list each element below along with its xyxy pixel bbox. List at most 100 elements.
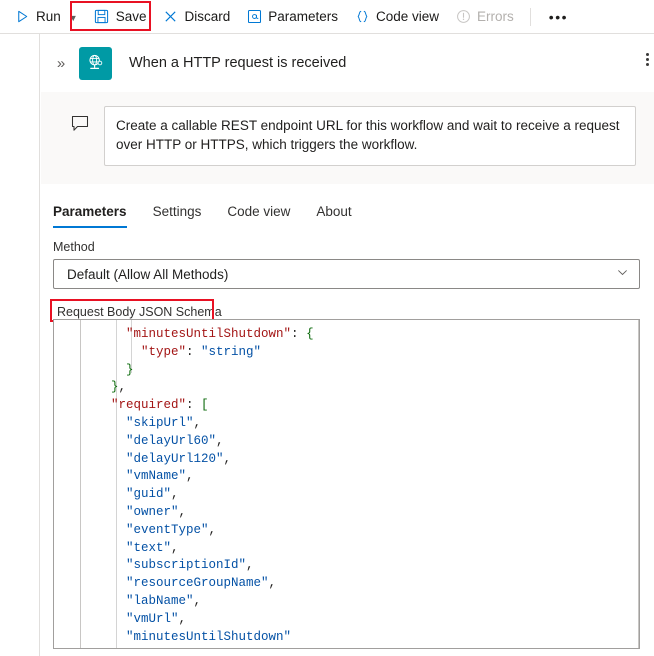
code-token: "labName" <box>126 593 194 608</box>
chevron-double-right-icon[interactable]: » <box>51 55 71 72</box>
code-token: [ <box>201 398 209 413</box>
parameters-label: Parameters <box>268 9 339 24</box>
code-token: , <box>216 433 224 448</box>
close-x-icon <box>162 9 178 25</box>
code-token: , <box>193 415 202 430</box>
code-view-button[interactable]: Code view <box>346 3 447 30</box>
code-token: , <box>178 611 187 626</box>
code-line: "vmUrl", <box>81 611 629 629</box>
code-token: "delayUrl120" <box>126 451 224 466</box>
code-token: } <box>111 380 119 395</box>
code-token: "minutesUntilShutdown" <box>126 327 292 341</box>
method-field: Method Default (Allow All Methods) <box>41 228 654 289</box>
chevron-down-icon[interactable]: ▼ <box>69 13 78 23</box>
code-token: { <box>306 327 314 341</box>
code-token: , <box>268 576 277 591</box>
code-token: "owner" <box>126 504 179 519</box>
code-token: } <box>126 362 134 377</box>
content-area: » When a HTTP request is received Create… <box>0 34 654 656</box>
save-label: Save <box>115 9 147 24</box>
parameters-button[interactable]: Parameters <box>238 3 346 30</box>
code-token: "string" <box>201 344 262 359</box>
curly-braces-icon <box>354 9 370 25</box>
page-title: When a HTTP request is received <box>129 55 347 71</box>
tab-parameters[interactable]: Parameters <box>53 204 127 228</box>
code-token: "text" <box>126 540 172 555</box>
code-line: "eventType", <box>81 522 629 540</box>
discard-label: Discard <box>184 9 231 24</box>
code-token: "minutesUntilShutdown" <box>126 629 292 644</box>
code-token: , <box>178 504 187 519</box>
tab-about[interactable]: About <box>316 204 351 228</box>
code-token: , <box>208 522 217 537</box>
code-token: , <box>171 487 179 502</box>
errors-label: Errors <box>477 9 514 24</box>
method-dropdown[interactable]: Default (Allow All Methods) <box>53 259 640 289</box>
code-line: "minutesUntilShutdown" <box>81 629 629 647</box>
code-line: "delayUrl120", <box>81 451 629 469</box>
code-token: : <box>186 398 202 413</box>
tab-settings[interactable]: Settings <box>153 204 202 228</box>
code-line: } <box>81 362 629 380</box>
left-rail <box>0 34 40 656</box>
code-line: "owner", <box>81 504 629 522</box>
code-token: , <box>118 380 127 395</box>
code-line: "labName", <box>81 593 629 611</box>
code-line: "skipUrl", <box>81 415 629 433</box>
code-token: "guid" <box>126 487 172 502</box>
code-line: "guid", <box>81 486 629 504</box>
code-line: "text", <box>81 540 629 558</box>
editor-right-border <box>638 320 639 648</box>
run-label: Run <box>36 9 61 24</box>
code-token: "required" <box>111 398 187 413</box>
more-vertical-icon[interactable] <box>640 53 654 66</box>
http-request-globe-icon <box>79 46 112 80</box>
description-textbox[interactable]: Create a callable REST endpoint URL for … <box>104 106 636 166</box>
code-token: : <box>186 344 202 359</box>
code-line: "vmName", <box>81 468 629 486</box>
chevron-down-icon <box>616 266 629 282</box>
comment-bubble-icon <box>70 114 90 134</box>
code-line: "resourceGroupName", <box>81 575 629 593</box>
code-token: "skipUrl" <box>126 415 194 430</box>
code-token: "subscriptionId" <box>126 558 247 573</box>
method-label: Method <box>53 240 95 254</box>
at-sign-icon <box>246 9 262 25</box>
code-line: "subscriptionId", <box>81 557 629 575</box>
tab-code-view[interactable]: Code view <box>227 204 290 228</box>
code-token: "delayUrl60" <box>126 433 217 448</box>
code-token: "vmName" <box>126 469 187 484</box>
code-line: "minutesUntilShutdown": { <box>81 326 629 344</box>
code-token: "vmUrl" <box>126 611 179 626</box>
editor-code-content: "minutesUntilShutdown": { "type": "strin… <box>81 326 629 646</box>
code-line: "required": [ <box>81 397 629 415</box>
code-token: , <box>246 558 254 573</box>
code-view-label: Code view <box>376 9 440 24</box>
play-icon <box>14 9 30 25</box>
description-section: Create a callable REST endpoint URL for … <box>41 92 654 184</box>
run-button[interactable]: Run ▼ <box>6 3 86 30</box>
code-token: , <box>186 469 194 484</box>
code-token: , <box>193 593 202 608</box>
code-token: , <box>171 540 179 555</box>
editor-gutter <box>54 320 81 648</box>
save-button[interactable]: Save <box>86 3 155 30</box>
action-details-panel: » When a HTTP request is received Create… <box>41 34 654 656</box>
code-line: }, <box>81 379 629 397</box>
schema-label-row: Request Body JSON Schema <box>41 289 654 322</box>
editor-viewport: "minutesUntilShutdown": { "type": "strin… <box>54 320 639 648</box>
json-schema-editor[interactable]: "minutesUntilShutdown": { "type": "strin… <box>53 319 640 649</box>
card-header: » When a HTTP request is received <box>41 34 654 92</box>
code-line: "type": "string" <box>81 344 629 362</box>
overflow-menu-button[interactable]: ••• <box>539 3 578 30</box>
code-token: "eventType" <box>126 522 209 537</box>
code-token: "resourceGroupName" <box>126 576 269 591</box>
code-token: "type" <box>141 344 187 359</box>
save-disk-icon <box>94 9 110 25</box>
discard-button[interactable]: Discard <box>154 3 238 30</box>
tab-strip: Parameters Settings Code view About <box>41 184 654 228</box>
errors-button[interactable]: Errors <box>447 3 522 30</box>
method-value: Default (Allow All Methods) <box>67 266 229 282</box>
toolbar-divider <box>529 7 531 26</box>
code-line: "delayUrl60", <box>81 433 629 451</box>
